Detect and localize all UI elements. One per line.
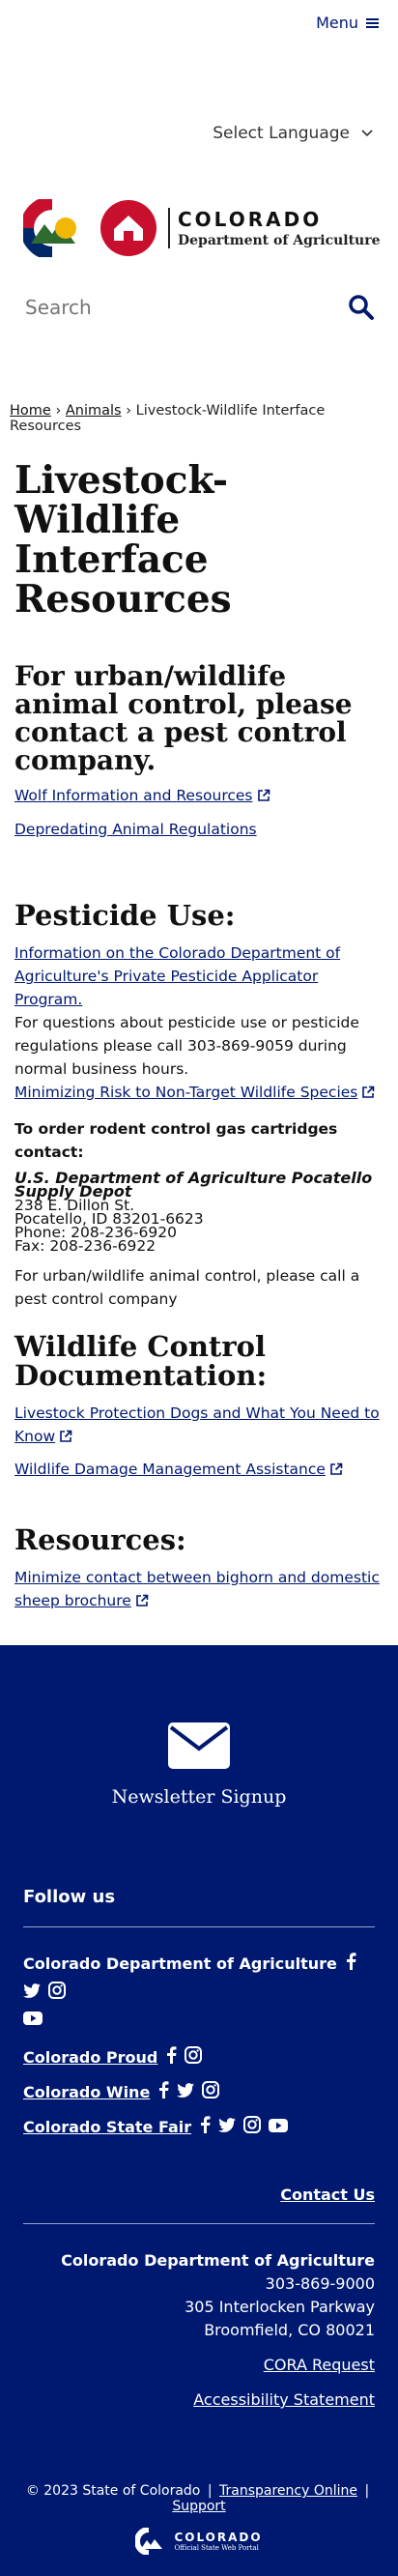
social-row-cda: Colorado Department of Agriculture [23,1953,375,2029]
facebook-icon[interactable] [157,2081,169,2102]
site-footer: Newsletter Signup Follow us Colorado Dep… [0,1645,398,2576]
instagram-icon[interactable] [185,2046,203,2068]
facebook-icon[interactable] [165,2046,177,2068]
external-link-icon [60,1430,72,1442]
contact-info: Colorado Department of Agriculture 303-8… [0,2249,398,2412]
org-name: Colorado Department of Agriculture [61,2251,375,2270]
breadcrumb: Home › Animals › Livestock-Wildlife Inte… [0,403,398,434]
bighorn-brochure-link[interactable]: Minimize contact between bighorn and dom… [14,1569,380,1609]
envelope-icon [168,1722,230,1769]
social-row-link[interactable]: Colorado Wine [23,2083,150,2101]
external-link-icon [257,789,270,801]
follow-heading: Follow us [23,1887,116,1907]
supply-address: U.S. Department of Agriculture Pocatello… [14,1169,384,1255]
twitter-icon[interactable] [218,2117,237,2136]
org-phone: 303-869-9000 [265,2274,375,2293]
wolf-info-link[interactable]: Wolf Information and Resources [14,787,270,804]
instagram-icon[interactable] [48,1982,66,2003]
minimizing-risk-link-text: Minimizing Risk to Non-Target Wildlife S… [14,1084,358,1101]
urban-control-text: For urban/wildlife animal control, pleas… [14,1267,360,1308]
social-row-state-fair: Colorado State Fair [23,2116,375,2137]
wildlife-documentation-heading: Wildlife Control Documentation: [14,1330,268,1392]
state-portal-logo[interactable]: COLORADO Official State Web Portal [0,2528,398,2576]
intro-heading: For urban/wildlife animal control, pleas… [14,660,353,776]
newsletter-signup[interactable]: Newsletter Signup [0,1645,398,1808]
bottom-bar: © 2023 State of Colorado | Transparency … [0,2483,398,2514]
cda-logo[interactable]: COLORADO Department of Agriculture [23,198,381,258]
org-street: 305 Interlocken Parkway [185,2298,375,2316]
cda-badge-icon [100,200,156,256]
bighorn-brochure-link-text: Minimize contact between bighorn and dom… [14,1569,380,1609]
breadcrumb-separator: › [55,403,62,419]
pesticide-text: For questions about pesticide use or pes… [14,1014,359,1078]
social-row-proud: Colorado Proud [23,2046,375,2068]
pesticide-program-link[interactable]: Information on the Colorado Department o… [14,944,340,1008]
newsletter-label: Newsletter Signup [111,1786,287,1808]
search-input[interactable] [23,295,220,320]
search-icon[interactable] [348,294,375,321]
hamburger-icon [366,17,379,28]
facebook-icon[interactable] [345,1953,356,1974]
logo-subtitle: Department of Agriculture [178,233,381,248]
bottom-separator: | [364,2483,370,2499]
livestock-dogs-link[interactable]: Livestock Protection Dogs and What You N… [14,1404,380,1445]
logo-wordmark: COLORADO Department of Agriculture [168,208,381,248]
youtube-icon[interactable] [269,2118,289,2136]
wildlife-damage-link[interactable]: Wildlife Damage Management Assistance [14,1461,343,1478]
minimizing-risk-link[interactable]: Minimizing Risk to Non-Target Wildlife S… [14,1084,375,1101]
support-link[interactable]: Support [172,2499,225,2514]
supply-fax: Fax: 208-236-6922 [14,1237,156,1255]
supply-name: U.S. Department of Agriculture Pocatello… [14,1169,373,1201]
social-row-link[interactable]: Colorado Proud [23,2048,157,2067]
pesticide-heading: Pesticide Use: [14,899,236,932]
follow-section: Follow us Colorado Department of Agricul… [0,1887,398,2137]
social-row-link[interactable]: Colorado State Fair [23,2118,191,2136]
colorado-c-logo-icon [135,2528,163,2555]
bottom-separator: | [207,2483,213,2499]
instagram-icon[interactable] [202,2081,220,2102]
external-link-icon [136,1594,149,1606]
portal-title: COLORADO [174,2531,263,2544]
colorado-c-logo-icon [23,199,76,257]
divider [23,1926,375,1927]
search-bar [23,294,375,321]
language-label: Select Language [213,124,350,143]
org-city: Broomfield, CO 80021 [204,2321,375,2339]
menu-button[interactable]: Menu [316,14,379,32]
transparency-link[interactable]: Transparency Online [219,2483,357,2499]
portal-subtitle: Official State Web Portal [174,2544,259,2552]
facebook-icon[interactable] [199,2116,211,2137]
divider [23,2223,375,2224]
external-link-icon [330,1462,343,1475]
breadcrumb-animals-link[interactable]: Animals [66,403,122,419]
social-row-wine: Colorado Wine [23,2081,375,2102]
page-title: Livestock-Wildlife Interface Resources [14,458,232,622]
social-row-label: Colorado Department of Agriculture [23,1954,337,1973]
breadcrumb-separator: › [126,403,132,419]
depredating-regulations-link[interactable]: Depredating Animal Regulations [14,821,257,838]
twitter-icon[interactable] [23,1983,41,2002]
wolf-info-link-text: Wolf Information and Resources [14,787,253,804]
resources-heading: Resources: [14,1523,186,1556]
breadcrumb-home-link[interactable]: Home [10,403,51,419]
twitter-icon[interactable] [177,2082,195,2101]
wildlife-damage-link-text: Wildlife Damage Management Assistance [14,1461,326,1478]
chevron-down-icon [361,130,373,137]
main-content: Livestock-Wildlife Interface Resources F… [0,461,398,1612]
external-link-icon [362,1085,375,1098]
youtube-icon[interactable] [23,2011,375,2029]
contact-us-link[interactable]: Contact Us [280,2185,375,2204]
rodent-heading: To order rodent control gas cartridges c… [14,1120,338,1161]
language-select[interactable]: Select Language [213,124,373,143]
logo-title: COLORADO [178,208,323,231]
copyright-text: © 2023 State of Colorado [25,2483,201,2499]
instagram-icon[interactable] [243,2116,262,2137]
site-header: Menu Select Language COLORADO Department… [0,0,398,382]
menu-label: Menu [316,14,358,32]
accessibility-link[interactable]: Accessibility Statement [193,2390,375,2409]
cora-request-link[interactable]: CORA Request [264,2356,375,2374]
